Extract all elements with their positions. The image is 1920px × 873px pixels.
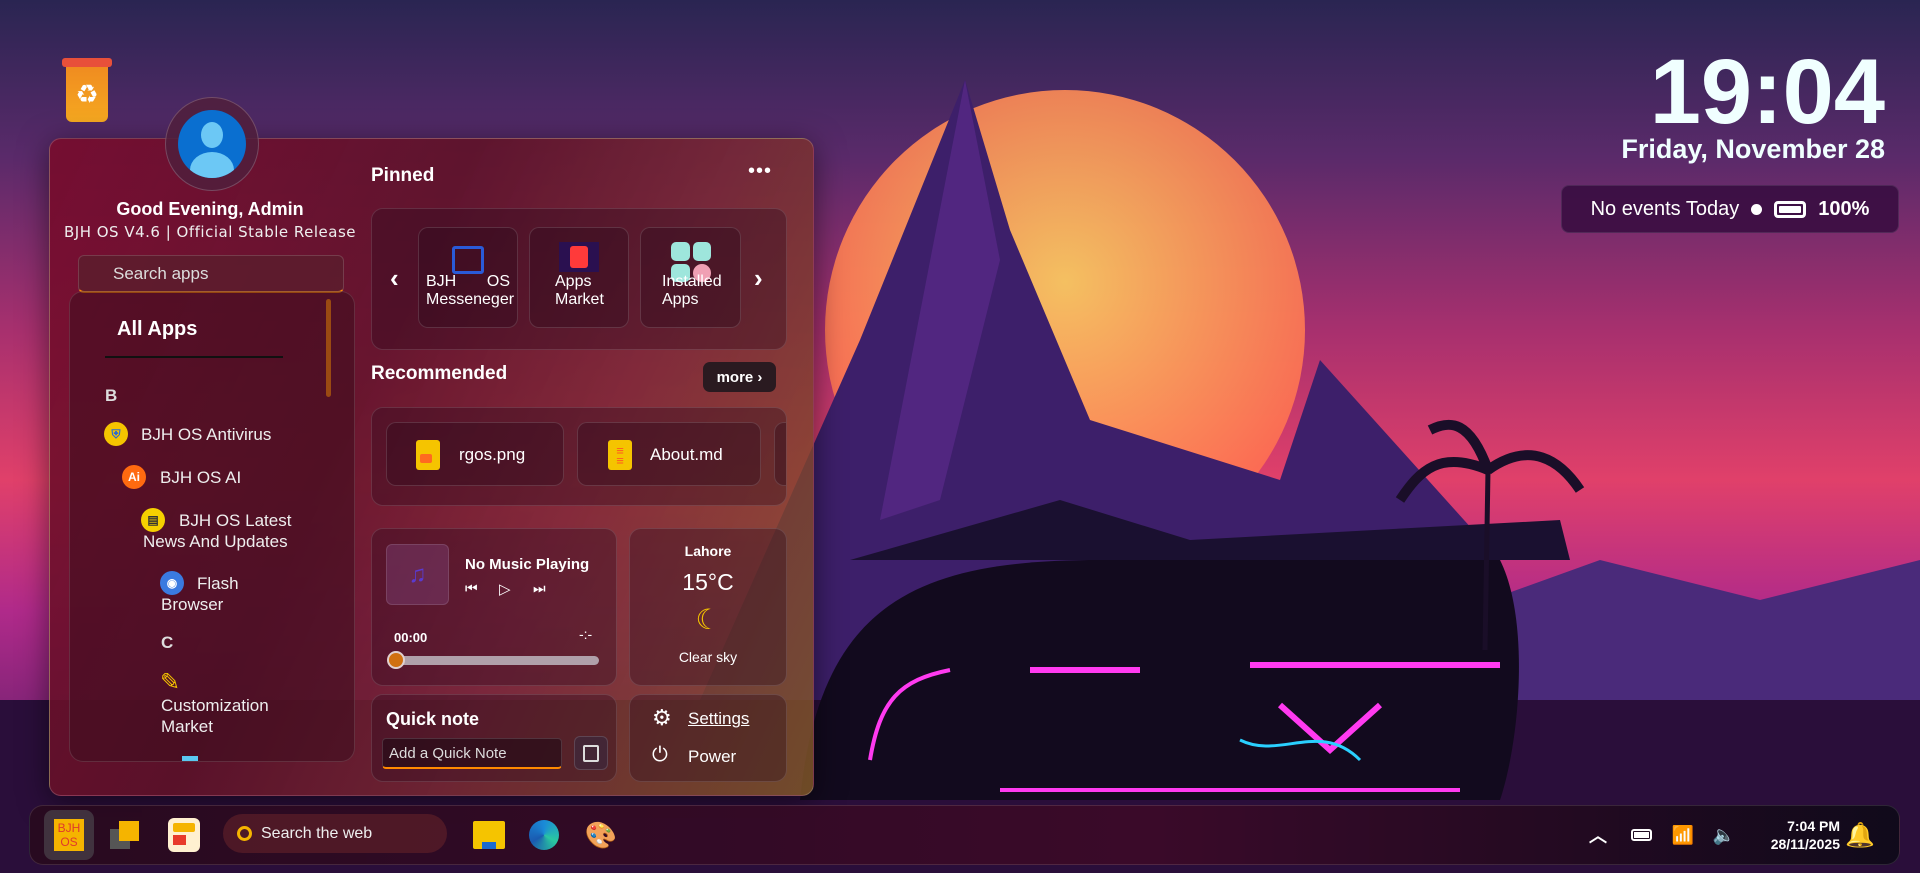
quick-note-input[interactable] [382,738,562,769]
desktop-clock: 19:04 [1649,41,1885,143]
news-icon: ▤ [141,508,165,532]
web-search-bar[interactable]: Search the web [223,814,447,853]
recommended-title: Recommended [371,363,508,384]
file-explorer-icon[interactable] [472,814,506,856]
moon-icon: ☾ [695,604,721,635]
app-customization-line2[interactable]: Market [161,717,213,737]
recent-file-rgos[interactable]: rgos.png [386,422,564,486]
section-letter-c: C [161,633,174,652]
divider [105,356,283,358]
start-button[interactable]: BJH OS [44,810,94,860]
battery-percent: 100% [1818,197,1870,220]
widgets-icon[interactable] [166,814,202,856]
section-letter-b: B [105,386,118,405]
avatar[interactable] [165,97,259,191]
music-note-icon: ♫ [408,560,427,588]
app-bjh-antivirus[interactable]: BJH OS Antivirus [141,425,271,445]
show-hidden-icons-chevron[interactable]: ︿ [1585,814,1611,856]
dot-icon [1751,203,1763,215]
search-apps-input[interactable] [78,255,344,293]
all-apps-panel: All Apps B ⛨ BJH OS Antivirus Ai BJH OS … [69,291,355,762]
events-text: No events Today [1590,197,1740,220]
task-view-icon[interactable] [108,814,144,856]
remaining-time: -:- [579,626,593,642]
play-button[interactable]: ▷ [499,580,511,598]
market-icon [559,242,599,272]
chat-icon [452,246,484,274]
weather-condition: Clear sky [678,649,738,665]
taskbar-date: 28/11/2025 [1770,836,1840,852]
all-apps-title: All Apps [117,318,198,340]
recent-file-partial[interactable] [774,422,786,486]
text-file-icon: ≡ ≡ [608,440,632,470]
events-pill[interactable]: No events Today 100% [1561,185,1899,233]
quick-note-title: Quick note [386,709,480,729]
volume-icon[interactable]: 🔈 [1711,814,1737,856]
system-widget: ⚙ Settings ⏻ Power [629,694,787,782]
globe-icon: ◉ [160,571,184,595]
recycle-bin-icon[interactable]: ♻ [62,58,112,122]
music-widget: ♫ No Music Playing ⏮ ▷ ⏭ 00:00 -:- [371,528,617,686]
save-note-button[interactable] [574,736,608,770]
pinned-apps-market[interactable]: Apps Market [529,227,629,328]
app-bjh-ai[interactable]: BJH OS AI [160,468,241,488]
taskbar-clock[interactable]: 7:04 PM 28/11/2025 [1750,814,1840,856]
weather-temp: 15°C [682,569,734,595]
user-icon [178,110,246,178]
notification-bell-icon[interactable]: 🔔 [1845,814,1875,856]
image-file-icon [416,440,440,470]
pinned-bjh-messenger[interactable]: BJH OS Messeneger [418,227,518,328]
os-version: BJH OS V4.6 | Official Stable Release [63,223,357,241]
next-track-button[interactable]: ⏭ [533,580,546,597]
ai-icon: Ai [122,465,146,489]
elapsed-time: 00:00 [394,630,428,645]
weather-widget: Lahore 15°C ☾ Clear sky [629,528,787,686]
pinned-title: Pinned [371,165,435,186]
paint-icon[interactable]: 🎨 [584,814,618,856]
settings-link[interactable]: Settings [688,709,749,729]
album-art: ♫ [386,544,449,605]
app-icon-partial [182,756,198,761]
app-flash-line1[interactable]: Flash [197,574,239,594]
greeting: Good Evening, Admin [116,199,304,219]
save-icon [583,744,599,762]
power-button[interactable]: Power [688,747,736,767]
tools-icon: ✎ [160,669,181,696]
battery-icon [1774,200,1807,218]
music-title: No Music Playing [465,556,590,573]
progress-knob[interactable] [387,651,405,669]
weather-city: Lahore [684,543,732,559]
taskbar-time: 7:04 PM [1787,818,1840,834]
more-options-icon[interactable]: ••• [748,160,772,183]
gear-icon: ⚙ [652,705,672,730]
app-flash-line2[interactable]: Browser [161,595,223,615]
pinned-next-icon[interactable]: › [754,263,763,294]
quick-note-widget: Quick note [371,694,617,782]
power-icon: ⏻ [652,744,668,766]
previous-track-button[interactable]: ⏮ [465,580,478,597]
more-button[interactable]: more › [703,362,776,392]
bjh-os-logo: BJH OS [54,819,84,851]
music-progress-slider[interactable] [393,656,599,665]
wifi-icon[interactable]: 📶 [1670,814,1696,856]
app-customization-line1[interactable]: Customization [161,696,269,716]
recent-file-about[interactable]: ≡ ≡ About.md [577,422,761,486]
edge-browser-icon[interactable] [527,814,561,856]
recommended-box: rgos.png ≡ ≡ About.md [371,407,787,506]
app-bjh-news-line2[interactable]: News And Updates [143,532,288,552]
pinned-installed-apps[interactable]: Installed Apps [640,227,741,328]
antivirus-shield-icon: ⛨ [104,422,128,446]
app-bjh-news-line1[interactable]: BJH OS Latest [179,511,291,531]
all-apps-scrollbar[interactable] [326,299,331,397]
web-search-placeholder: Search the web [261,824,373,842]
search-icon [237,826,252,841]
pinned-prev-icon[interactable]: ‹ [390,263,399,294]
desktop-date: Friday, November 28 [1621,134,1885,164]
taskbar-battery-icon[interactable] [1628,814,1654,856]
